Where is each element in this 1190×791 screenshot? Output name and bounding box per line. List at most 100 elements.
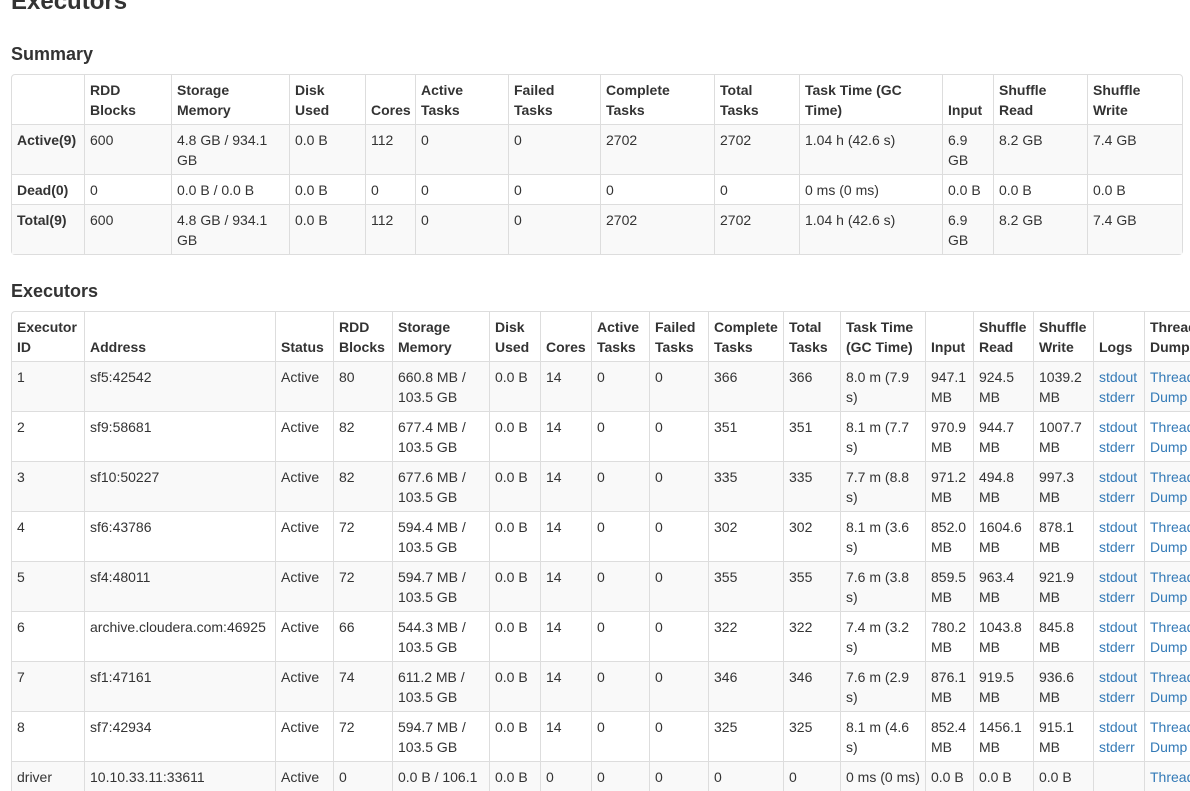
summary-header-task-time-gc-time[interactable]: Task Time (GC Time) [799, 75, 942, 124]
executor-row: 6 archive.cloudera.com:46925 Active 66 544.3… [12, 611, 1190, 661]
summary-header-blank[interactable] [12, 75, 84, 124]
executor-cell: 0 [649, 711, 708, 761]
summary-cell: 0 [714, 174, 799, 204]
executor-cell: 0 [333, 761, 392, 791]
summary-header-shuffle-read[interactable]: Shuffle Read [993, 75, 1087, 124]
executor-thread-dump-cell: Thread Dump [1144, 711, 1190, 761]
executor-cell: driver [12, 761, 84, 791]
stdout-link[interactable]: stdout [1099, 617, 1139, 637]
summary-header-disk-used[interactable]: Disk Used [289, 75, 365, 124]
summary-header-rdd-blocks[interactable]: RDD Blocks [84, 75, 171, 124]
summary-cell: 1.04 h (42.6 s) [799, 204, 942, 254]
executors-header-address[interactable]: Address [84, 312, 275, 361]
summary-cell: 0 [415, 174, 508, 204]
stderr-link[interactable]: stderr [1099, 487, 1139, 507]
executor-cell: 0.0 B [489, 611, 540, 661]
stderr-link[interactable]: stderr [1099, 537, 1139, 557]
executor-cell: 366 [708, 361, 783, 411]
summary-header-cores[interactable]: Cores [365, 75, 415, 124]
executor-cell: 5 [12, 561, 84, 611]
executors-header-complete-tasks[interactable]: Complete Tasks [708, 312, 783, 361]
thread-dump-link[interactable]: Thread Dump [1150, 617, 1190, 657]
executor-cell: 0 ms (0 ms) [840, 761, 925, 791]
executor-cell: Active [275, 411, 333, 461]
summary-cell: 1.04 h (42.6 s) [799, 124, 942, 174]
stdout-link[interactable]: stdout [1099, 567, 1139, 587]
thread-dump-link[interactable]: Thread Dump [1150, 667, 1190, 707]
executors-header-shuffle-write[interactable]: Shuffle Write [1033, 312, 1093, 361]
executor-cell: 80 [333, 361, 392, 411]
thread-dump-link[interactable]: Thread Dump [1150, 467, 1190, 507]
executors-header-cores[interactable]: Cores [540, 312, 591, 361]
summary-cell: 0.0 B [289, 174, 365, 204]
stdout-link[interactable]: stdout [1099, 517, 1139, 537]
stdout-link[interactable]: stdout [1099, 417, 1139, 437]
executor-logs-cell: stdout stderr [1093, 361, 1144, 411]
summary-header-storage-memory[interactable]: Storage Memory [171, 75, 289, 124]
stdout-link[interactable]: stdout [1099, 667, 1139, 687]
executor-cell: 852.0 MB [925, 511, 973, 561]
executors-header-input[interactable]: Input [925, 312, 973, 361]
executors-header-status[interactable]: Status [275, 312, 333, 361]
summary-row-label: Dead(0) [12, 174, 84, 204]
stdout-link[interactable]: stdout [1099, 467, 1139, 487]
executor-thread-dump-cell: Thread Dump [1144, 561, 1190, 611]
executor-cell: 919.5 MB [973, 661, 1033, 711]
executor-cell: 346 [708, 661, 783, 711]
executors-header-rdd-blocks[interactable]: RDD Blocks [333, 312, 392, 361]
executor-cell: 325 [708, 711, 783, 761]
thread-dump-link[interactable]: Thread Dump [1150, 417, 1190, 457]
stderr-link[interactable]: stderr [1099, 387, 1139, 407]
thread-dump-link[interactable]: Thread Dump [1150, 567, 1190, 607]
summary-header-input[interactable]: Input [942, 75, 993, 124]
stderr-link[interactable]: stderr [1099, 637, 1139, 657]
executors-header-active-tasks[interactable]: Active Tasks [591, 312, 649, 361]
thread-dump-link[interactable]: Thread Dump [1150, 517, 1190, 557]
thread-dump-link[interactable]: Thread Dump [1150, 367, 1190, 407]
executors-header-shuffle-read[interactable]: Shuffle Read [973, 312, 1033, 361]
executors-header-storage-memory[interactable]: Storage Memory [392, 312, 489, 361]
executors-header-thread-dump[interactable]: Thread Dump [1144, 312, 1190, 361]
executor-cell: sf7:42934 [84, 711, 275, 761]
thread-dump-link[interactable]: Thread Dump [1150, 717, 1190, 757]
stdout-link[interactable]: stdout [1099, 717, 1139, 737]
stderr-link[interactable]: stderr [1099, 687, 1139, 707]
executor-cell: 2 [12, 411, 84, 461]
executor-cell: 14 [540, 561, 591, 611]
executor-cell: 6 [12, 611, 84, 661]
executor-cell: 0.0 B [925, 761, 973, 791]
summary-header-shuffle-write[interactable]: Shuffle Write [1087, 75, 1182, 124]
executor-cell: sf10:50227 [84, 461, 275, 511]
executor-cell: 66 [333, 611, 392, 661]
stderr-link[interactable]: stderr [1099, 737, 1139, 757]
summary-header-active-tasks[interactable]: Active Tasks [415, 75, 508, 124]
summary-cell: 0.0 B [289, 204, 365, 254]
executor-cell: 322 [708, 611, 783, 661]
executor-cell: 72 [333, 711, 392, 761]
executors-header-executor-id[interactable]: Executor ID [12, 312, 84, 361]
executor-cell: 947.1 MB [925, 361, 973, 411]
executors-header-disk-used[interactable]: Disk Used [489, 312, 540, 361]
summary-cell: 6.9 GB [942, 124, 993, 174]
executor-cell: 302 [708, 511, 783, 561]
executors-header-failed-tasks[interactable]: Failed Tasks [649, 312, 708, 361]
stdout-link[interactable]: stdout [1099, 367, 1139, 387]
stderr-link[interactable]: stderr [1099, 437, 1139, 457]
executors-header-task-time-gc-time[interactable]: Task Time (GC Time) [840, 312, 925, 361]
summary-row-label: Active(9) [12, 124, 84, 174]
executor-cell: Active [275, 661, 333, 711]
executor-cell: 322 [783, 611, 840, 661]
summary-header-failed-tasks[interactable]: Failed Tasks [508, 75, 600, 124]
summary-cell: 2702 [714, 124, 799, 174]
stderr-link[interactable]: stderr [1099, 587, 1139, 607]
summary-header-complete-tasks[interactable]: Complete Tasks [600, 75, 714, 124]
summary-cell: 7.4 GB [1087, 204, 1182, 254]
executors-header-total-tasks[interactable]: Total Tasks [783, 312, 840, 361]
thread-dump-link[interactable]: Thread Dump [1150, 767, 1190, 791]
summary-cell: 2702 [600, 124, 714, 174]
executor-cell: 997.3 MB [1033, 461, 1093, 511]
executors-header-logs[interactable]: Logs [1093, 312, 1144, 361]
summary-header-total-tasks[interactable]: Total Tasks [714, 75, 799, 124]
executor-cell: 0 [591, 711, 649, 761]
executor-cell: 0 [649, 561, 708, 611]
